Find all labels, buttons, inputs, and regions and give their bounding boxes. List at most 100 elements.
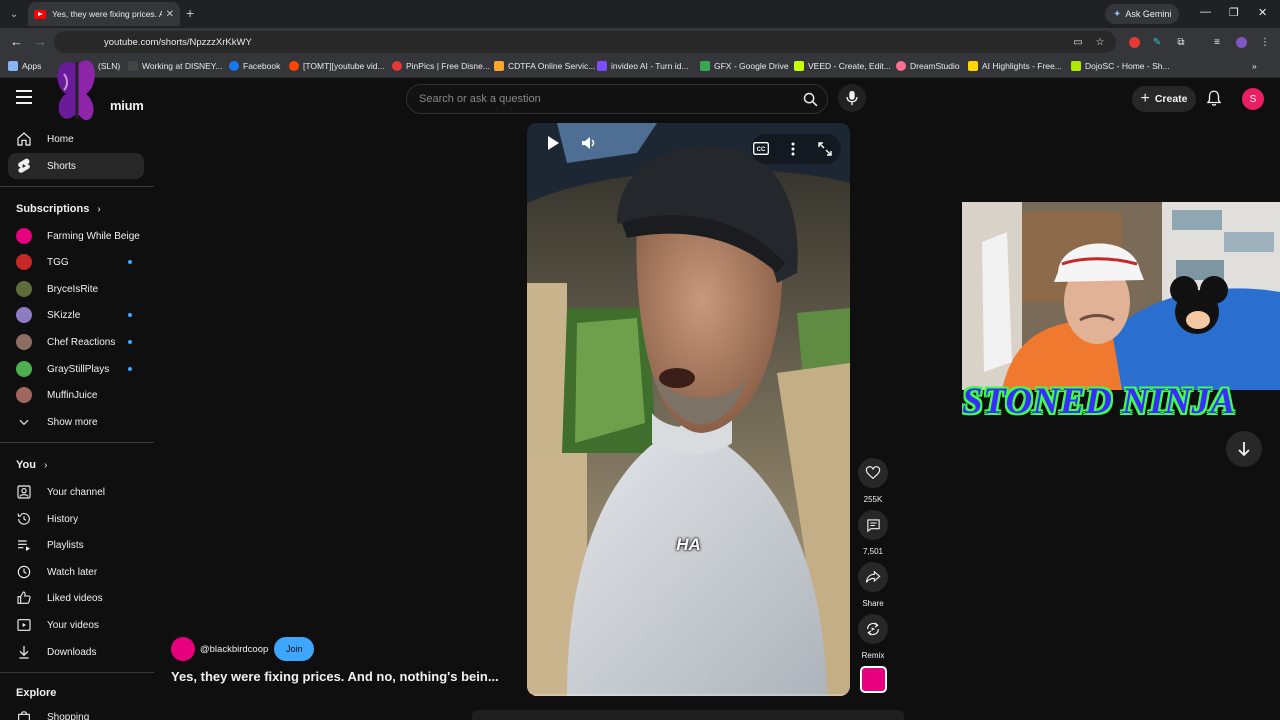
- channel-name[interactable]: @blackbirdcoop: [200, 644, 268, 655]
- bookmark-invideo[interactable]: invideo AI - Turn id...: [597, 61, 688, 71]
- shorts-video-player[interactable]: CC HA: [527, 123, 850, 696]
- sidebar-item-history[interactable]: History: [8, 506, 144, 532]
- sidebar-item-subscription[interactable]: MuffinJuice: [8, 382, 144, 408]
- new-tab-plus-icon[interactable]: +: [186, 5, 194, 21]
- sidebar-item-subscription[interactable]: Farming While Beige: [8, 223, 144, 249]
- bookmark-veed[interactable]: VEED - Create, Edit...: [794, 61, 891, 71]
- sidebar-item-watch-later[interactable]: Watch later: [8, 559, 144, 585]
- webcam-image: [962, 202, 1280, 390]
- youtube-favicon-icon: [34, 9, 46, 19]
- new-content-dot: [128, 340, 132, 344]
- comment-icon: [866, 518, 880, 532]
- minimize-window-icon[interactable]: —: [1200, 6, 1211, 18]
- thumbs-up-icon: [16, 590, 32, 606]
- subscriptions-heading[interactable]: Subscriptions ›: [16, 203, 101, 215]
- extension-teal-icon[interactable]: ✎: [1150, 35, 1164, 49]
- history-icon: [16, 511, 32, 527]
- youtube-premium-logo[interactable]: mium: [46, 60, 144, 121]
- ai-highlights-icon: [968, 61, 978, 71]
- more-options-button[interactable]: [790, 141, 796, 157]
- address-bar[interactable]: youtube.com/shorts/NpzzzXrKkWY: [54, 31, 1116, 53]
- bookmark-cdtfa[interactable]: CDTFA Online Servic...: [494, 61, 595, 71]
- comments-button[interactable]: [858, 510, 888, 540]
- like-button[interactable]: [858, 458, 888, 488]
- sidebar-item-subscription[interactable]: TGG: [8, 249, 144, 275]
- captions-button[interactable]: CC: [753, 142, 769, 155]
- bookmark-reddit[interactable]: [TOMT][youtube vid...: [289, 61, 385, 71]
- bookmark-apps[interactable]: Apps: [8, 61, 41, 71]
- hamburger-menu-icon[interactable]: [16, 90, 32, 104]
- sidebar-item-playlists[interactable]: Playlists: [8, 532, 144, 558]
- back-arrow-icon[interactable]: ←: [10, 34, 23, 50]
- extensions-puzzle-icon[interactable]: ⧉: [1174, 35, 1188, 49]
- mute-button[interactable]: [581, 135, 597, 151]
- search-button[interactable]: [797, 86, 823, 112]
- bookmark-ai-highlights[interactable]: AI Highlights - Free...: [968, 61, 1062, 71]
- comments-action[interactable]: 7,501: [858, 510, 888, 556]
- home-icon: [16, 131, 32, 147]
- sound-thumbnail[interactable]: [860, 666, 887, 693]
- more-vertical-icon: [791, 142, 795, 156]
- search-input[interactable]: [419, 93, 779, 105]
- video-progress-bar[interactable]: [527, 694, 850, 696]
- bookmark-dreamstudio[interactable]: DreamStudio: [896, 61, 960, 71]
- share-action[interactable]: Share: [858, 562, 888, 608]
- join-button[interactable]: Join: [274, 637, 315, 661]
- tab-search-chevron-icon[interactable]: ⌄: [4, 4, 24, 24]
- reading-list-icon[interactable]: ≡: [1210, 35, 1224, 49]
- gemini-spark-icon: ✦: [1113, 8, 1122, 20]
- share-button[interactable]: [858, 562, 888, 592]
- short-title[interactable]: Yes, they were fixing prices. And no, no…: [171, 669, 499, 684]
- bookmark-facebook[interactable]: Facebook: [229, 61, 280, 71]
- tab-close-icon[interactable]: ✕: [166, 9, 174, 20]
- bookmark-disney[interactable]: Working at DISNEY...: [128, 61, 222, 71]
- remix-action[interactable]: Remix: [858, 614, 888, 660]
- sidebar-show-more[interactable]: Show more: [8, 409, 144, 435]
- voice-search-button[interactable]: [838, 84, 866, 112]
- browser-menu-icon[interactable]: ⋮: [1258, 35, 1272, 49]
- profile-avatar-icon[interactable]: [1234, 35, 1248, 49]
- browser-toolbar: ← → youtube.com/shorts/NpzzzXrKkWY ▭ ☆ ✎…: [0, 28, 1280, 56]
- sidebar-item-shorts[interactable]: Shorts: [8, 153, 144, 179]
- browser-tab-active[interactable]: Yes, they were fixing prices. And no, no…: [28, 2, 180, 26]
- sidebar-item-shopping[interactable]: Shopping: [8, 704, 144, 720]
- next-short-button[interactable]: [1226, 431, 1262, 467]
- create-button[interactable]: + Create: [1132, 86, 1196, 112]
- channel-avatar: [16, 254, 32, 270]
- heart-icon: [865, 466, 881, 480]
- sidebar-item-your-channel[interactable]: Your channel: [8, 479, 144, 505]
- bookmark-star-icon[interactable]: ☆: [1093, 35, 1107, 49]
- search-box[interactable]: [406, 84, 828, 114]
- channel-avatar: [16, 228, 32, 244]
- extension-red-icon[interactable]: [1127, 35, 1141, 49]
- channel-avatar: [16, 281, 32, 297]
- sidebar-item-subscription[interactable]: Chef Reactions: [8, 329, 144, 355]
- sidebar-item-subscription[interactable]: BryceIsRite: [8, 276, 144, 302]
- close-window-icon[interactable]: ✕: [1258, 6, 1267, 19]
- sidebar-item-downloads[interactable]: Downloads: [8, 639, 144, 665]
- account-avatar[interactable]: S: [1242, 88, 1264, 110]
- like-action[interactable]: 255K: [858, 458, 888, 504]
- sidebar-item-liked-videos[interactable]: Liked videos: [8, 585, 144, 611]
- fullscreen-button[interactable]: [818, 142, 832, 156]
- restore-window-icon[interactable]: ❐: [1229, 6, 1239, 19]
- bookmark-pinpics[interactable]: PinPics | Free Disne...: [392, 61, 490, 71]
- sidebar-item-home[interactable]: Home: [8, 126, 144, 152]
- pinpics-icon: [392, 61, 402, 71]
- bookmark-dojosc[interactable]: DojoSC - Home - Sh...: [1071, 61, 1170, 71]
- bookmark-google-drive[interactable]: GFX - Google Drive: [700, 61, 789, 71]
- you-heading[interactable]: You ›: [16, 459, 47, 471]
- notifications-bell-icon[interactable]: [1205, 89, 1225, 109]
- share-arrow-icon: [865, 570, 881, 583]
- channel-avatar[interactable]: [171, 637, 195, 661]
- cast-install-icon[interactable]: ▭: [1071, 35, 1085, 49]
- remix-button[interactable]: [858, 614, 888, 644]
- play-icon: [548, 136, 559, 150]
- sidebar-item-subscription[interactable]: GrayStillPlays: [8, 356, 144, 382]
- bookmarks-overflow-icon[interactable]: »: [1252, 61, 1257, 71]
- sidebar-item-your-videos[interactable]: Your videos: [8, 612, 144, 638]
- sidebar-item-subscription[interactable]: SKizzle: [8, 302, 144, 328]
- ask-gemini-button[interactable]: ✦ Ask Gemini: [1105, 4, 1180, 24]
- dojosc-icon: [1071, 61, 1081, 71]
- play-button[interactable]: [545, 135, 561, 151]
